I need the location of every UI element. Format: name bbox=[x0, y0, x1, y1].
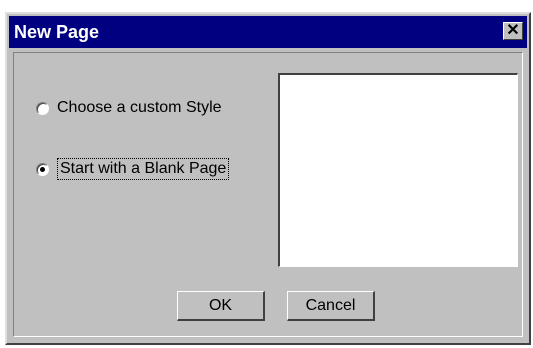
radio-custom-style[interactable] bbox=[36, 101, 49, 115]
option-custom-style-label: Choose a custom Style bbox=[57, 99, 222, 116]
close-icon: ✕ bbox=[506, 22, 520, 39]
option-blank-page[interactable]: Start with a Blank Page bbox=[36, 158, 230, 180]
ok-button[interactable]: OK bbox=[177, 291, 265, 321]
title-bar[interactable]: New Page ✕ bbox=[9, 16, 527, 48]
new-page-dialog: New Page ✕ Choose a custom Style Start w… bbox=[5, 12, 531, 345]
close-button[interactable]: ✕ bbox=[503, 22, 523, 40]
cancel-button[interactable]: Cancel bbox=[287, 291, 375, 321]
radio-blank-page[interactable] bbox=[36, 162, 49, 176]
option-custom-style[interactable]: Choose a custom Style bbox=[36, 99, 222, 117]
option-blank-page-label: Start with a Blank Page bbox=[57, 158, 230, 180]
dialog-title: New Page bbox=[14, 22, 100, 42]
style-preview-pane bbox=[278, 73, 518, 267]
dialog-content: Choose a custom Style Start with a Blank… bbox=[13, 52, 523, 337]
